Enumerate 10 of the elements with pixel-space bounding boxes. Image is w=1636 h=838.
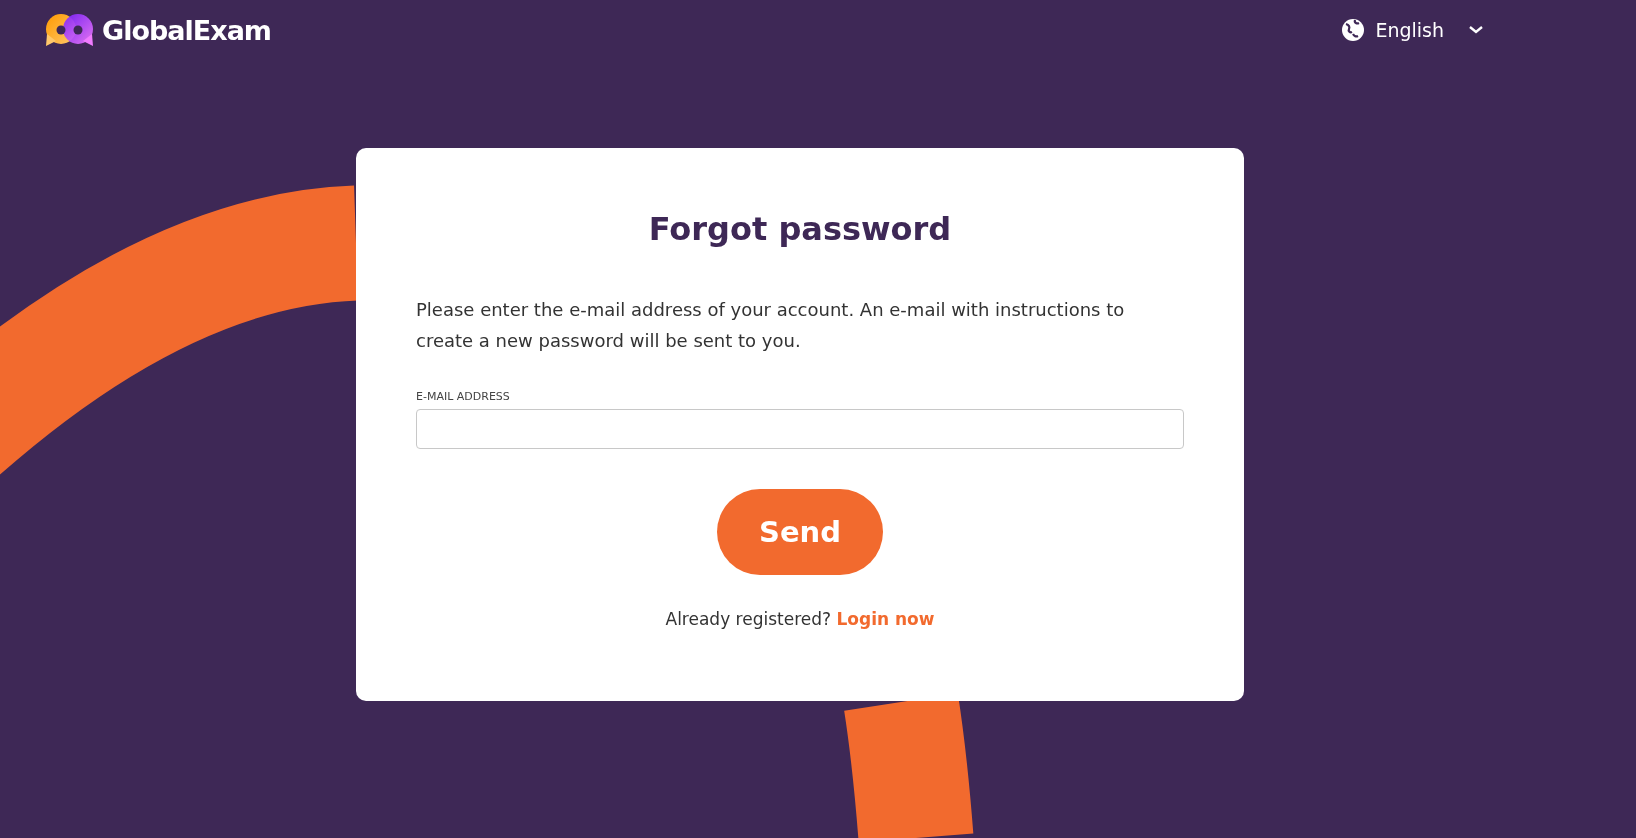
logo-text[interactable]: GlobalExam <box>102 14 271 46</box>
login-prompt: Already registered? Login now <box>664 609 936 629</box>
page-title: Forgot password <box>647 210 953 248</box>
field-label: E-MAIL ADDRESS <box>416 390 511 403</box>
language-selector[interactable]: English <box>1341 18 1484 42</box>
globe-icon <box>1341 18 1366 42</box>
logo-icon <box>44 12 96 48</box>
instructions-text: Please enter the e-mail address of your account. An e-mail with instructions to create a new password will be sent to you. <box>416 298 1126 353</box>
email-input-field[interactable] <box>416 409 1184 449</box>
chevron-down-icon <box>1468 25 1484 35</box>
